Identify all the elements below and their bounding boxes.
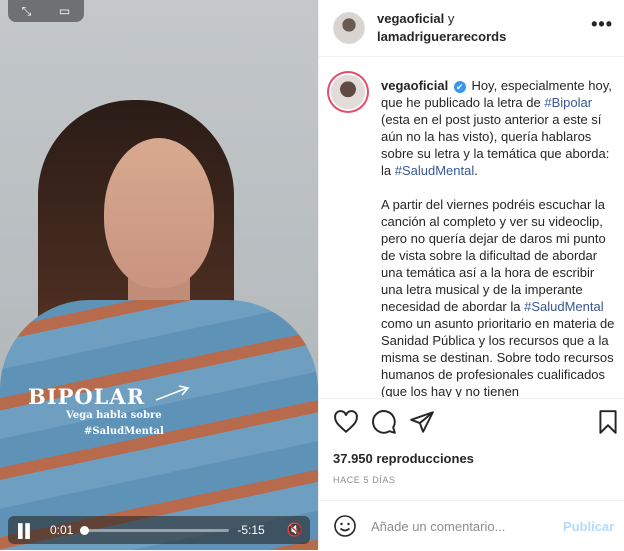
heart-icon[interactable] <box>333 409 359 435</box>
caption-segment: . <box>474 163 478 178</box>
caption-username[interactable]: vegaoficial <box>381 78 448 93</box>
hashtag-link[interactable]: #SaludMental <box>395 163 475 178</box>
seek-bar[interactable] <box>79 525 230 535</box>
post-comment-button[interactable]: Publicar <box>563 519 614 534</box>
pause-icon[interactable]: ▌▌ <box>18 523 34 538</box>
expand-icon[interactable]: ⤡ <box>22 4 32 19</box>
views-count[interactable]: 37.950 reproducciones <box>333 451 474 466</box>
post-header: vegaoficial y lamadriguerarecords ••• <box>319 0 624 57</box>
video-person-face <box>104 138 214 288</box>
video-overlay-subtitle: Vega habla sobre <box>66 410 162 421</box>
verified-badge-icon: ✔ <box>453 80 466 93</box>
video-overlay-tag: #SaludMental <box>84 426 164 437</box>
caption-segment: A partir del viernes podréis escuchar la… <box>381 197 606 314</box>
video-top-controls: ⤡ ▭ <box>8 0 84 22</box>
video-person-sweater <box>0 300 318 550</box>
bookmark-icon[interactable] <box>595 409 621 435</box>
share-icon[interactable] <box>409 409 435 435</box>
more-options-icon[interactable]: ••• <box>591 14 613 35</box>
header-usernames: vegaoficial y lamadriguerarecords <box>377 10 506 46</box>
caption-segment: como un asunto prioritario en materia de… <box>381 316 615 397</box>
username-link[interactable]: vegaoficial <box>377 11 444 26</box>
comment-bar: Publicar <box>319 500 624 551</box>
video-overlay-title: BIPOLAR <box>28 384 146 409</box>
arrow-icon <box>155 385 190 401</box>
time-remaining: -5:15 <box>237 523 265 537</box>
post-panel: vegaoficial y lamadriguerarecords ••• ve… <box>318 0 624 550</box>
seek-knob[interactable] <box>79 525 89 535</box>
comment-icon[interactable] <box>371 409 397 435</box>
joiner-text: y <box>444 11 455 26</box>
action-bar <box>319 398 624 447</box>
caption-area: vegaoficial ✔ Hoy, especialmente hoy, qu… <box>319 57 624 397</box>
emoji-icon[interactable] <box>333 514 357 538</box>
video-player[interactable]: ⤡ ▭ BIPOLAR Vega habla sobre #SaludMenta… <box>0 0 318 550</box>
post-timestamp[interactable]: HACE 5 DÍAS <box>333 475 396 485</box>
avatar[interactable] <box>333 12 365 44</box>
avatar[interactable] <box>331 75 365 109</box>
video-controls: ▌▌ 0:01 -5:15 🔇 <box>8 516 310 544</box>
time-current: 0:01 <box>50 523 74 537</box>
hashtag-link[interactable]: #Bipolar <box>544 95 592 110</box>
hashtag-link[interactable]: #SaludMental <box>524 299 604 314</box>
caption-text: vegaoficial ✔ Hoy, especialmente hoy, qu… <box>381 77 615 397</box>
collaborator-link[interactable]: lamadriguerarecords <box>377 29 506 44</box>
picture-in-picture-icon[interactable]: ▭ <box>59 4 70 18</box>
muted-speaker-icon[interactable]: 🔇 <box>287 522 303 538</box>
comment-input[interactable] <box>369 517 551 535</box>
